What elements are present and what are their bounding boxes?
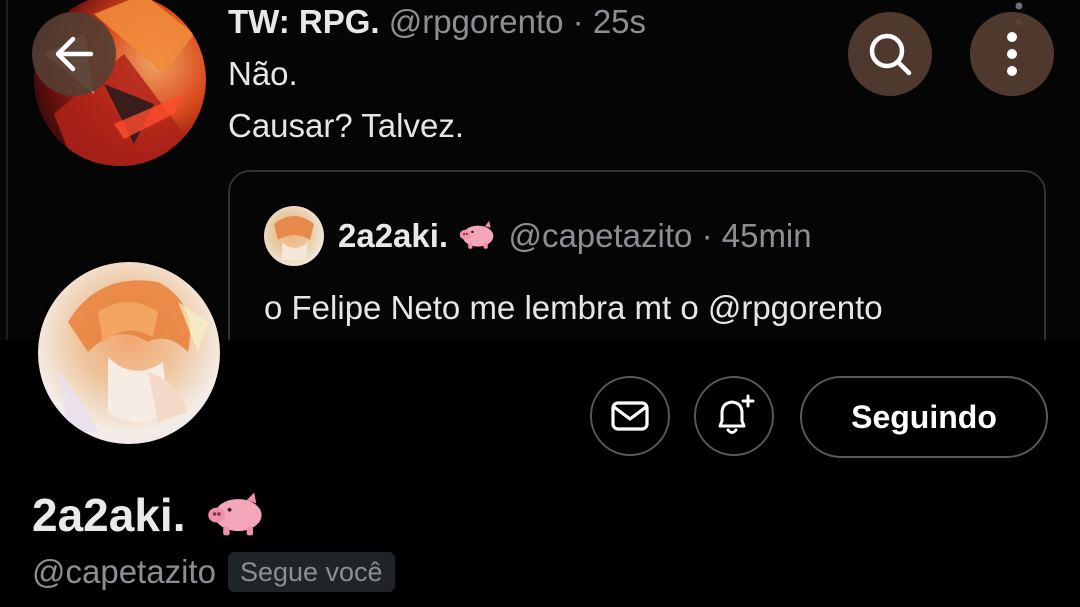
profile-display-name: 2a2aki. [32, 488, 268, 542]
pig-icon [208, 492, 262, 536]
banner-tweet-line-1: Não. [228, 55, 298, 92]
banner-tweet-header: TW: RPG. @rpgorento · 25s [228, 2, 646, 42]
banner-quote-avatar [264, 206, 324, 266]
profile-display-name-text: 2a2aki. [32, 489, 186, 541]
profile-handle-row: @capetazito Segue você [32, 550, 395, 594]
bell-plus-icon [718, 394, 755, 434]
banner-quote-header: 2a2aki. @capetazito · 45min [338, 214, 812, 258]
banner-tweet-handle: @rpgorento [388, 3, 564, 40]
banner-quote-author: 2a2aki. [338, 217, 449, 254]
following-button[interactable]: Seguindo [800, 376, 1048, 458]
arrow-left-icon [55, 36, 94, 72]
follows-you-badge: Segue você [227, 552, 395, 592]
message-button[interactable] [590, 376, 670, 456]
profile-avatar-image [38, 262, 220, 444]
banner-tweet-author: TW: RPG. [228, 3, 380, 40]
profile-avatar[interactable] [34, 258, 224, 448]
banner-tweet-separator: · [572, 3, 584, 40]
banner-tweet-line-2: Causar? Talvez. [228, 107, 465, 144]
banner-thread-line [6, 0, 8, 340]
search-icon [869, 33, 912, 76]
profile-screen: TW: RPG. @rpgorento · 25s Não. Causar? T… [0, 0, 1080, 607]
banner-quote-separator: · [701, 217, 713, 254]
notifications-button[interactable] [694, 376, 774, 456]
mail-icon [611, 401, 649, 431]
back-button[interactable] [32, 12, 116, 96]
banner-quote-handle: @capetazito [508, 217, 693, 254]
search-button[interactable] [848, 12, 932, 96]
banner-tweet-time: 25s [592, 3, 647, 40]
banner-quote-text: o Felipe Neto me lembra mt o @rpgorento [264, 289, 883, 326]
pig-icon [460, 220, 494, 249]
profile-handle: @capetazito [32, 553, 216, 590]
more-options-button[interactable] [970, 12, 1054, 96]
banner-quote-time: 45min [721, 217, 812, 254]
more-vertical-icon [1007, 32, 1017, 76]
